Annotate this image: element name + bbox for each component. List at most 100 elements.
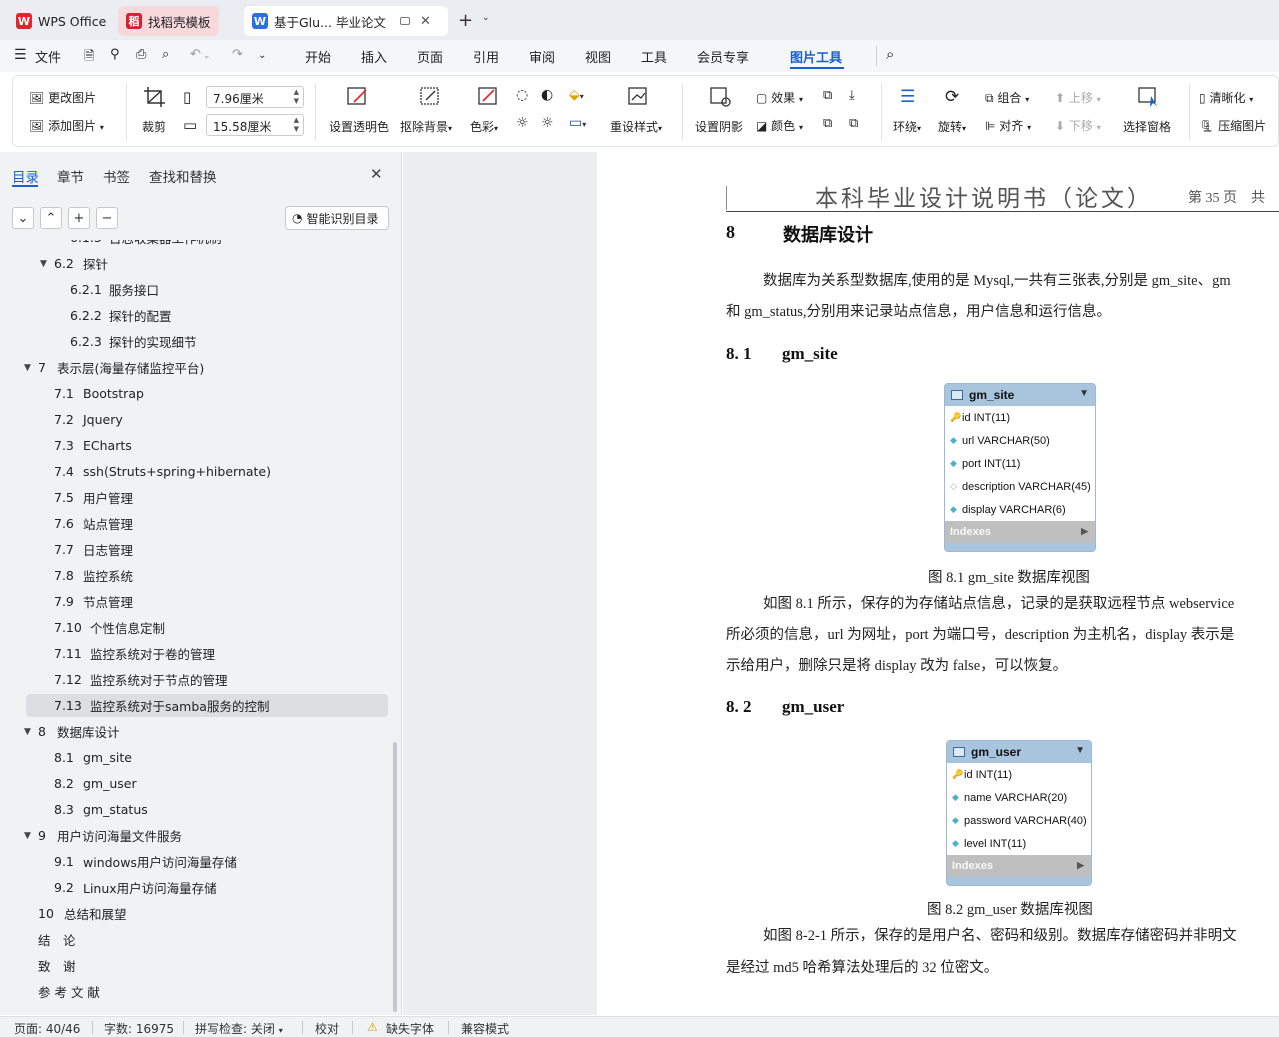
rotate-button[interactable]: 旋转▾ <box>938 118 966 135</box>
table-dropdown-icon[interactable]: ▼ <box>1079 388 1089 399</box>
toc-item[interactable]: ▼ 8 数据库设计 <box>24 720 388 743</box>
toc-item[interactable]: ▼ 6.2 探针 <box>26 252 388 275</box>
print-icon[interactable]: ⎙ <box>136 47 146 62</box>
remove-background-icon[interactable] <box>419 86 443 108</box>
gm-user-table-diagram[interactable]: gm_user ▼ 🔑 id INT(11) ◆ name VARCHAR(20) ◆ pas… <box>946 740 1092 886</box>
menu-view[interactable]: 视图 <box>585 47 611 66</box>
crop-icon[interactable] <box>143 86 167 108</box>
proofread-button[interactable]: 校对 <box>315 1020 339 1037</box>
contrast-up-icon[interactable]: ◐ <box>541 87 553 103</box>
toc-item[interactable]: 致 谢 <box>26 954 388 977</box>
print-preview-icon[interactable]: ⌕ <box>162 47 169 62</box>
new-tab-icon[interactable]: + <box>458 10 473 31</box>
toc-item[interactable]: 7.2 Jquery <box>26 408 388 431</box>
menu-start[interactable]: 开始 <box>305 47 331 66</box>
toc-item[interactable]: 10 总结和展望 <box>26 902 388 925</box>
toc-item[interactable]: 7.6 站点管理 <box>26 512 388 535</box>
menu-insert[interactable]: 插入 <box>361 47 387 66</box>
reset-style-icon[interactable] <box>627 86 651 108</box>
crop-label[interactable]: 裁剪 <box>142 118 166 135</box>
word-count[interactable]: 字数: 16975 <box>104 1020 174 1037</box>
color-adjust-icon[interactable] <box>477 86 501 108</box>
add-picture-button[interactable]: 🖼 添加图片 ▾ <box>29 117 104 134</box>
save-icon[interactable]: 🗎 <box>84 47 94 69</box>
smart-toc-button[interactable]: ◔ 智能识别目录 <box>285 206 389 230</box>
menu-page[interactable]: 页面 <box>417 47 443 66</box>
hamburger-icon[interactable]: ☰ <box>14 47 27 63</box>
download-icon[interactable]: ⤓ <box>849 88 855 103</box>
more-chevron-icon[interactable]: ⌄ <box>258 50 266 61</box>
document-page[interactable]: 本科毕业设计说明书（论文） 第 35 页 共 8 数据库设计 数据库为关系型数据… <box>598 152 1279 1015</box>
tab-find-replace[interactable]: 查找和替换 <box>149 166 217 186</box>
expand-arrow-icon[interactable]: ▶ <box>1081 526 1088 537</box>
missing-font-button[interactable]: 缺失字体 <box>386 1020 434 1037</box>
toc-item[interactable]: 7.12 监控系统对于节点的管理 <box>26 668 388 691</box>
layer-icon[interactable]: ⧉ <box>849 116 858 131</box>
toc-item[interactable]: 9.2 Linux用户访问海量存储 <box>26 876 388 899</box>
toc-item[interactable]: 9.1 windows用户访问海量存储 <box>26 850 388 873</box>
brightness-down-icon[interactable]: ☼ <box>516 115 529 131</box>
toc-item[interactable]: ▼ 9 用户访问海量文件服务 <box>24 824 388 847</box>
set-transparent-label[interactable]: 设置透明色 <box>329 118 389 135</box>
tab-chapters[interactable]: 章节 <box>57 166 84 186</box>
wrap-button[interactable]: 环绕▾ <box>893 118 921 135</box>
contrast-down-icon[interactable]: ☼ <box>541 115 554 131</box>
toc-item[interactable]: ▼ 7 表示层(海量存储监控平台) <box>24 356 388 379</box>
send-back-icon[interactable]: ⧉ <box>823 116 832 131</box>
tab-restore-icon[interactable] <box>399 17 410 25</box>
group-button[interactable]: ⧉ 组合 ▾ <box>985 89 1029 106</box>
expand-up-button[interactable]: ⌃ <box>40 207 62 229</box>
toc-item[interactable]: 7.8 监控系统 <box>26 564 388 587</box>
tab-list-chevron-icon[interactable]: ⌄ <box>482 13 490 23</box>
menu-file[interactable]: 文件 <box>35 47 61 66</box>
page-count[interactable]: 页面: 40/46 <box>14 1020 80 1037</box>
effect-button[interactable]: ▢ 效果 ▾ <box>756 89 803 106</box>
undo-icon[interactable]: ↶ <box>190 47 201 62</box>
tab-close-icon[interactable]: ✕ <box>420 14 431 29</box>
width-input[interactable]: 7.96厘米 ▲ ▼ <box>206 86 304 108</box>
compress-button[interactable]: 🗜 压缩图片 <box>1199 117 1266 134</box>
menu-reference[interactable]: 引用 <box>473 47 499 66</box>
expand-triangle-icon[interactable]: ▼ <box>24 831 31 841</box>
spinner-arrows-icon[interactable]: ▲ ▼ <box>294 116 299 134</box>
toc-item[interactable]: 7.1 Bootstrap <box>26 382 388 405</box>
sharpen-button[interactable]: ▯ 清晰化 ▾ <box>1199 89 1253 106</box>
table-dropdown-icon[interactable]: ▼ <box>1075 745 1085 756</box>
highlight-color-icon[interactable]: ⬙▾ <box>569 87 584 103</box>
tab-document[interactable]: W 基于Glu... 毕业论文 ✕ <box>244 6 448 36</box>
toc-item[interactable]: 6.2.3 探针的实现细节 <box>26 330 388 353</box>
expand-triangle-icon[interactable]: ▼ <box>24 363 31 373</box>
change-picture-button[interactable]: 🖼 更改图片 <box>29 89 96 106</box>
align-button[interactable]: ⊫ 对齐 ▾ <box>985 117 1031 134</box>
tab-bookmarks[interactable]: 书签 <box>103 166 130 186</box>
toc-scrollbar[interactable] <box>393 742 397 1012</box>
toc-item[interactable]: 7.10 个性信息定制 <box>26 616 388 639</box>
bring-forward-icon[interactable]: ⧉ <box>823 88 832 103</box>
toc-item[interactable]: 7.9 节点管理 <box>26 590 388 613</box>
toc-item[interactable]: 7.5 用户管理 <box>26 486 388 509</box>
tab-wps-office[interactable]: W WPS Office <box>8 6 114 36</box>
collapse-button[interactable]: ⌄ <box>12 207 34 229</box>
fill-color-button[interactable]: ◪ 颜色 ▾ <box>756 117 803 134</box>
move-up-button[interactable]: ⬆ 上移 ▾ <box>1055 89 1101 106</box>
selection-pane-label[interactable]: 选择窗格 <box>1123 118 1171 135</box>
toc-item[interactable]: 结 论 <box>26 928 388 951</box>
toc-item[interactable]: 7.3 ECharts <box>26 434 388 457</box>
link-icon[interactable]: ⚲ <box>110 47 120 62</box>
selection-pane-icon[interactable] <box>1137 86 1161 108</box>
toc-item[interactable]: 8.2 gm_user <box>26 772 388 795</box>
redo-icon[interactable]: ↷ <box>232 47 243 62</box>
color-button[interactable]: 色彩▾ <box>470 118 498 135</box>
toc-item[interactable]: 6.2.1 服务接口 <box>26 278 388 301</box>
search-icon[interactable]: ⌕ <box>886 45 894 63</box>
toc-item[interactable]: 8.3 gm_status <box>26 798 388 821</box>
toc-item[interactable]: 7.7 日志管理 <box>26 538 388 561</box>
toc-item[interactable]: 6.1.3 日志收集器工作机制 <box>26 240 388 249</box>
set-transparent-icon[interactable] <box>346 86 370 108</box>
spinner-arrows-icon[interactable]: ▲ ▼ <box>294 88 299 106</box>
gm-site-table-diagram[interactable]: gm_site ▼ 🔑 id INT(11) ◆ url VARCHAR(50) ◆ port… <box>944 383 1096 552</box>
shadow-label[interactable]: 设置阴影 <box>695 118 743 135</box>
reset-style-button[interactable]: 重设样式▾ <box>610 118 662 135</box>
tab-template[interactable]: 稻 找稻壳模板 <box>118 6 219 36</box>
rotate-icon[interactable]: ⟳ <box>945 87 959 107</box>
